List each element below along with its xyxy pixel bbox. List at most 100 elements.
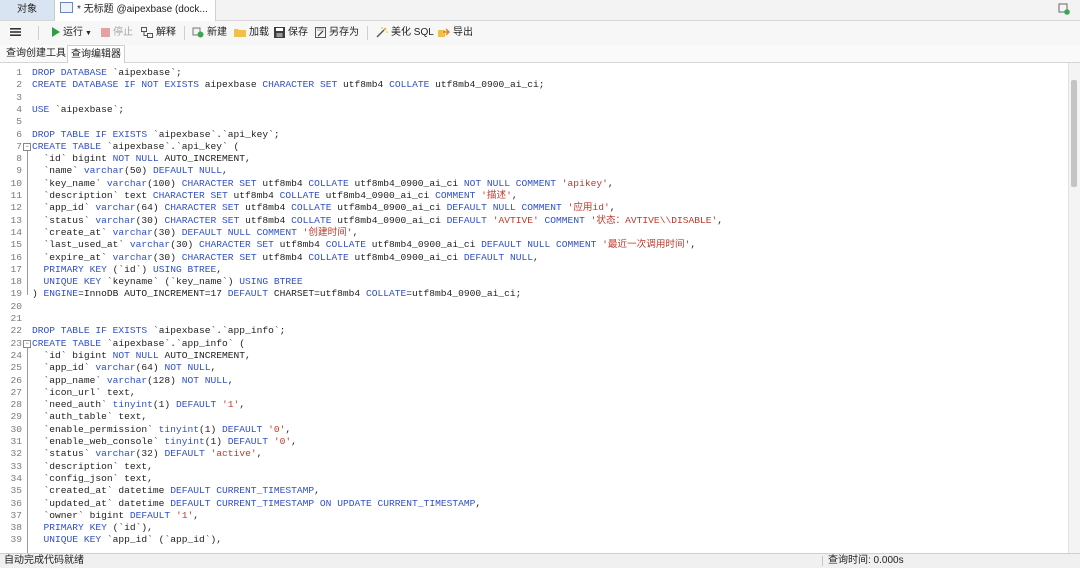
code-line[interactable]: 23− CREATE TABLE `aipexbase`.`app_info` ( [0,338,1068,350]
code-line[interactable]: 3 [0,92,1068,104]
editor-vertical-scrollbar[interactable] [1068,63,1080,553]
code-line[interactable]: 25 `app_id` varchar(64) NOT NULL, [0,362,1068,374]
code-line[interactable]: 13 `status` varchar(30) CHARACTER SET ut… [0,215,1068,227]
line-number: 27 [10,386,22,398]
line-number: 14 [10,226,22,238]
code-line[interactable]: 21 [0,313,1068,325]
code-text: DROP TABLE IF EXISTS `aipexbase`.`api_ke… [32,128,280,140]
line-number: 32 [10,448,22,460]
code-line[interactable]: 6 DROP TABLE IF EXISTS `aipexbase`.`api_k… [0,129,1068,141]
run-label: 运行 [63,27,83,38]
code-line[interactable]: 29 `auth_table` text, [0,411,1068,423]
code-text: `app_id` varchar(64) CHARACTER SET utf8m… [32,202,616,214]
line-number: 22 [10,325,22,337]
fold-toggle-icon[interactable]: − [23,339,31,348]
line-number: 13 [10,214,22,226]
sql-code-editor[interactable]: 1 DROP DATABASE `aipexbase`; 2 CREATE DATAB… [0,63,1068,553]
code-line[interactable]: 26 `app_name` varchar(128) NOT NULL, [0,375,1068,387]
code-line[interactable]: 32 `status` varchar(32) DEFAULT 'active'… [0,448,1068,460]
line-number: 23 [10,337,22,349]
code-line[interactable]: 33 `description` text, [0,461,1068,473]
line-number: 36 [10,497,22,509]
load-label: 加载 [249,27,269,38]
code-text: `status` varchar(32) DEFAULT 'active', [32,448,263,460]
save-icon [274,26,285,38]
code-line[interactable]: 14 `create_at` varchar(30) DEFAULT NULL … [0,227,1068,239]
code-line[interactable]: 20 [0,301,1068,313]
code-line[interactable]: 19) ENGINE=InnoDB AUTO_INCREMENT=17 DEFA… [0,288,1068,300]
code-line[interactable]: 7− CREATE TABLE `aipexbase`.`api_key` ( [0,141,1068,153]
code-line[interactable]: 15 `last_used_at` varchar(30) CHARACTER … [0,239,1068,251]
code-line[interactable]: 16 `expire_at` varchar(30) CHARACTER SET… [0,252,1068,264]
code-text: `id` bigint NOT NULL AUTO_INCREMENT, [32,349,251,361]
line-number: 3 [16,91,22,103]
code-line[interactable]: 38 PRIMARY KEY (`id`), [0,522,1068,534]
code-line[interactable]: 2 CREATE DATABASE IF NOT EXISTS aipexbase… [0,79,1068,91]
tab-query-document[interactable]: * 无标题 @aipexbase (dock... [55,0,216,21]
stop-label: 停止 [113,27,133,38]
code-line[interactable]: 34 `config_json` text, [0,473,1068,485]
code-line[interactable]: 27 `icon_url` text, [0,387,1068,399]
scrollbar-thumb[interactable] [1071,80,1077,187]
explain-button[interactable]: 解释 [141,25,176,41]
code-line[interactable]: 10 `key_name` varchar(100) CHARACTER SET… [0,178,1068,190]
export-icon [438,28,450,37]
line-number: 33 [10,460,22,472]
code-line[interactable]: 39 UNIQUE KEY `app_id` (`app_id`), [0,534,1068,546]
query-toolbar: 运行 ▼ 停止 解释 新建 加载 保存 另存为 美化 SQL 导出 [0,21,1080,46]
code-line[interactable]: 9 `name` varchar(50) DEFAULT NULL, [0,165,1068,177]
tab-objects[interactable]: 对象 [0,0,55,20]
save-button[interactable]: 保存 [274,25,308,41]
code-line[interactable]: 30 `enable_permission` tinyint(1) DEFAUL… [0,424,1068,436]
fold-guide [27,347,28,553]
stop-icon [101,27,110,37]
run-dropdown-icon[interactable]: ▼ [85,30,92,37]
code-line[interactable]: 37 `owner` bigint DEFAULT '1', [0,510,1068,522]
tab-objects-label: 对象 [17,4,37,15]
line-number: 28 [10,399,22,411]
line-number: 17 [10,263,22,275]
magic-wand-icon [376,27,388,38]
code-line[interactable]: 35 `created_at` datetime DEFAULT CURRENT… [0,485,1068,497]
code-line[interactable]: 5 [0,116,1068,128]
line-number: 34 [10,472,22,484]
tab-query-editor[interactable]: 查询编辑器 [67,45,125,63]
code-line[interactable]: 22 DROP TABLE IF EXISTS `aipexbase`.`app_… [0,325,1068,337]
code-line[interactable]: 8 `id` bigint NOT NULL AUTO_INCREMENT, [0,153,1068,165]
menu-button[interactable] [10,25,24,41]
add-tab-icon[interactable] [1058,3,1070,15]
code-line[interactable]: 1 DROP DATABASE `aipexbase`; [0,67,1068,79]
code-text: `last_used_at` varchar(30) CHARACTER SET… [32,239,697,251]
line-number: 16 [10,251,22,263]
save-as-button[interactable]: 另存为 [315,25,359,41]
code-line[interactable]: 28 `need_auth` tinyint(1) DEFAULT '1', [0,399,1068,411]
code-text: CREATE DATABASE IF NOT EXISTS aipexbase … [32,79,545,91]
code-text: `enable_permission` tinyint(1) DEFAULT '… [32,423,292,435]
fold-toggle-icon[interactable]: − [23,142,31,151]
code-text: `created_at` datetime DEFAULT CURRENT_TI… [32,485,320,497]
code-line[interactable]: 31 `enable_web_console` tinyint(1) DEFAU… [0,436,1068,448]
line-number: 26 [10,374,22,386]
code-line[interactable]: 11 `description` text CHARACTER SET utf8… [0,190,1068,202]
export-button[interactable]: 导出 [438,25,473,41]
tab-query-builder[interactable]: 查询创建工具 [3,45,69,62]
load-button[interactable]: 加载 [234,25,269,41]
new-button[interactable]: 新建 [192,25,227,41]
code-text: `app_id` varchar(64) NOT NULL, [32,362,217,374]
stop-button[interactable]: 停止 [101,25,133,41]
code-line[interactable]: 24 `id` bigint NOT NULL AUTO_INCREMENT, [0,350,1068,362]
code-text: `description` text CHARACTER SET utf8mb4… [32,190,518,201]
code-line[interactable]: 12 `app_id` varchar(64) CHARACTER SET ut… [0,202,1068,214]
code-line[interactable]: 36 `updated_at` datetime DEFAULT CURRENT… [0,498,1068,510]
new-label: 新建 [207,27,227,38]
code-text: `expire_at` varchar(30) CHARACTER SET ut… [32,251,539,263]
status-divider [822,556,823,566]
code-text: `description` text, [32,460,153,472]
run-button[interactable]: 运行 ▼ [51,25,92,41]
code-text: `updated_at` datetime DEFAULT CURRENT_TI… [32,497,482,509]
beautify-sql-button[interactable]: 美化 SQL [376,25,434,41]
code-text: DROP DATABASE `aipexbase`; [32,67,182,78]
code-line[interactable]: 18 UNIQUE KEY `keyname` (`key_name`) USI… [0,276,1068,288]
code-line[interactable]: 17 PRIMARY KEY (`id`) USING BTREE, [0,264,1068,276]
code-line[interactable]: 4 USE `aipexbase`; [0,104,1068,116]
